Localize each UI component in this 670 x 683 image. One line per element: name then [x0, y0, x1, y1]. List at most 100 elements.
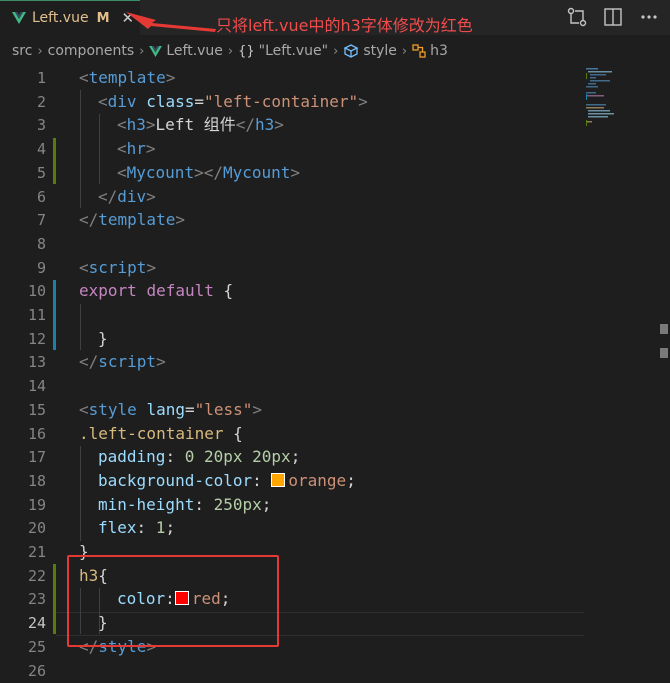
- annotation-text: 只将left.vue中的h3字体修改为红色: [216, 16, 473, 35]
- breadcrumb-style[interactable]: style: [343, 43, 397, 59]
- line-number: 5: [36, 163, 46, 182]
- code-line: <template>: [79, 66, 175, 90]
- breadcrumb-src[interactable]: src: [12, 43, 32, 59]
- breadcrumb-label: "Left.vue": [258, 43, 329, 59]
- css-property: min-height: [98, 494, 195, 514]
- vertical-scrollbar[interactable]: [656, 66, 670, 683]
- string: "left-container": [204, 91, 359, 111]
- code-line: <hr>: [117, 137, 156, 161]
- line-number: 11: [27, 306, 46, 324]
- bracket: </: [235, 115, 255, 135]
- line-number: 7: [36, 211, 46, 230]
- line-number: 3: [36, 116, 46, 135]
- semicolon: ;: [290, 447, 301, 467]
- component-name: Mycount: [222, 162, 291, 182]
- code-line: export default {: [79, 279, 233, 303]
- string: "less": [194, 399, 253, 419]
- more-actions-icon[interactable]: [638, 7, 660, 27]
- breadcrumb-module[interactable]: {} "Left.vue": [238, 43, 328, 59]
- equals: =: [194, 91, 204, 111]
- tab-left-vue[interactable]: Left.vue M ✕: [0, 0, 140, 35]
- brace: {: [223, 423, 243, 443]
- line-number: 16: [27, 424, 46, 443]
- bracket: >: [165, 68, 176, 87]
- code-editor[interactable]: 1 2 3 4 5 6 7 8 9 10 11 12 13 14 15 16 1…: [0, 66, 670, 683]
- line-number: 19: [27, 495, 46, 514]
- annotation-arrow-icon: [126, 12, 216, 32]
- bracket: >: [156, 352, 166, 372]
- line-number: 23: [27, 590, 46, 609]
- annotation-highlight-box: [67, 555, 279, 647]
- breadcrumb: src › components › Left.vue › {} "Left.v…: [0, 38, 670, 64]
- line-number: 4: [36, 140, 46, 159]
- bracket: >: [146, 186, 156, 206]
- semicolon: ;: [346, 470, 356, 490]
- breadcrumb-h3[interactable]: h3: [412, 43, 448, 59]
- diff-added-marker[interactable]: [53, 138, 56, 184]
- code-line: </div>: [98, 185, 156, 209]
- css-number: 20px: [252, 447, 291, 467]
- line-number: 2: [36, 92, 46, 111]
- vue-file-icon: [12, 12, 26, 24]
- code-line: background-color: orange;: [98, 469, 356, 493]
- code-line: .left-container {: [79, 422, 243, 446]
- attribute: lang: [146, 399, 185, 419]
- breadcrumb-file[interactable]: Left.vue: [149, 43, 223, 59]
- bracket: <: [117, 115, 127, 135]
- tag-name: hr: [126, 139, 146, 159]
- bracket: >: [146, 257, 157, 277]
- css-property: background-color: [98, 470, 253, 490]
- line-number: 17: [27, 448, 46, 467]
- code-line: </template>: [79, 208, 185, 232]
- color-swatch-orange[interactable]: [271, 472, 286, 487]
- tag-name: script: [88, 257, 147, 277]
- code-line: </script>: [79, 350, 166, 374]
- scrollbar-marker: [660, 348, 668, 358]
- compare-changes-icon[interactable]: [566, 7, 588, 27]
- bracket: ></: [194, 162, 223, 182]
- bracket: </: [79, 210, 99, 230]
- colon: :: [136, 518, 156, 538]
- colon: :: [165, 447, 185, 467]
- bracket: >: [145, 115, 156, 135]
- semicolon: ;: [261, 494, 272, 514]
- vue-file-icon: [149, 45, 163, 57]
- breadcrumb-components[interactable]: components: [48, 43, 135, 59]
- diff-added-marker[interactable]: [53, 564, 56, 634]
- breadcrumb-label: Left.vue: [166, 43, 223, 59]
- chevron-right-icon: ›: [227, 43, 234, 59]
- component-name: Mycount: [126, 162, 195, 182]
- tag-name: div: [117, 186, 147, 206]
- chevron-right-icon: ›: [333, 43, 339, 59]
- line-number: 10: [27, 282, 46, 301]
- line-number: 12: [27, 329, 46, 348]
- css-property: padding: [98, 447, 166, 467]
- split-editor-icon[interactable]: [602, 7, 624, 27]
- code-line: <script>: [79, 256, 156, 280]
- line-number: 13: [27, 353, 46, 372]
- tag-name: style: [88, 399, 137, 419]
- minimap[interactable]: [586, 66, 646, 126]
- css-selector: .left-container: [79, 423, 224, 443]
- code-line: <style lang="less">: [79, 398, 262, 422]
- bracket: <: [79, 68, 89, 87]
- semicolon: ;: [165, 518, 176, 538]
- bracket: >: [290, 162, 301, 182]
- diff-modified-marker[interactable]: [53, 280, 56, 350]
- css-number: 1: [155, 518, 166, 538]
- line-number: 22: [27, 566, 46, 585]
- line-number: 15: [27, 400, 46, 419]
- indent-guide: [80, 90, 81, 208]
- text-content: Left 组件: [155, 115, 236, 135]
- editor-actions: [566, 7, 660, 27]
- css-number: 0: [184, 447, 195, 467]
- line-number: 20: [27, 519, 46, 538]
- tag-name: h3: [126, 115, 146, 135]
- bracket: </: [79, 352, 99, 372]
- line-number: 8: [36, 234, 46, 253]
- css-number: 250px: [213, 494, 262, 514]
- css-value: orange: [288, 470, 347, 490]
- modified-indicator: M: [96, 10, 110, 26]
